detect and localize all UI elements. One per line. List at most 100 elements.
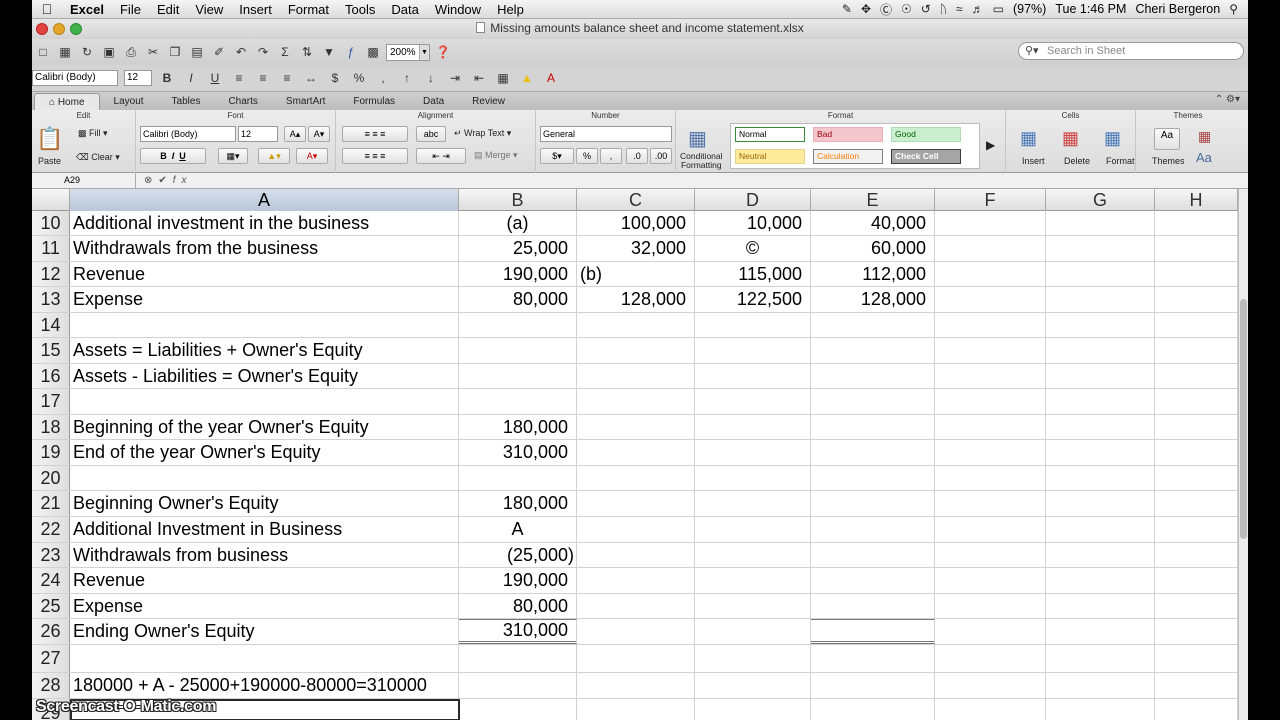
indent-icon[interactable]: ⇥ bbox=[446, 69, 464, 87]
cell-d29[interactable] bbox=[695, 699, 811, 720]
row-header[interactable]: 19 bbox=[32, 440, 70, 465]
cell-a17[interactable] bbox=[70, 389, 459, 414]
print-icon[interactable]: ⎙ bbox=[122, 43, 140, 61]
cell-e24[interactable] bbox=[811, 568, 935, 593]
cell-e18[interactable] bbox=[811, 415, 935, 439]
cell-f22[interactable] bbox=[935, 517, 1046, 542]
cell-e11[interactable]: 60,000 bbox=[811, 236, 935, 261]
cell-c24[interactable] bbox=[577, 568, 695, 593]
row-header[interactable]: 10 bbox=[32, 211, 70, 235]
insert-cells-icon[interactable]: ▦ bbox=[1020, 128, 1037, 149]
indent-buttons-icon[interactable]: ⇤ ⇥ bbox=[416, 148, 466, 164]
cell-b22[interactable]: A bbox=[459, 517, 577, 542]
fill-button[interactable]: ▩ Fill ▾ bbox=[78, 128, 108, 139]
cell-f24[interactable] bbox=[935, 568, 1046, 593]
cell-a21[interactable]: Beginning Owner's Equity bbox=[70, 491, 459, 516]
gallery-icon[interactable]: ▦ bbox=[56, 43, 74, 61]
cell-style-neutral[interactable]: Neutral bbox=[735, 149, 805, 164]
cell-d27[interactable] bbox=[695, 645, 811, 672]
cell-f21[interactable] bbox=[935, 491, 1046, 516]
open-icon[interactable]: ↻ bbox=[78, 43, 96, 61]
align-center-icon[interactable]: ≡ bbox=[254, 69, 272, 87]
cell-d12[interactable]: 115,000 bbox=[695, 262, 811, 286]
skype-icon[interactable]: Ⓒ bbox=[880, 1, 892, 18]
column-header-h[interactable]: H bbox=[1155, 189, 1238, 211]
cell-g23[interactable] bbox=[1046, 543, 1155, 567]
apple-icon[interactable]:  bbox=[32, 1, 62, 17]
cell-a15[interactable]: Assets = Liabilities + Owner's Equity bbox=[70, 338, 459, 363]
formula-builder-icon[interactable]: ƒ bbox=[342, 43, 360, 61]
menu-file[interactable]: File bbox=[112, 2, 149, 17]
row-header[interactable]: 18 bbox=[32, 415, 70, 439]
cell-d23[interactable] bbox=[695, 543, 811, 567]
cell-b26[interactable]: 310,000 bbox=[459, 619, 577, 644]
align-right-icon[interactable]: ≡ bbox=[278, 69, 296, 87]
bold-icon[interactable]: B bbox=[158, 69, 176, 87]
tab-layout[interactable]: Layout bbox=[100, 93, 158, 110]
cell-f28[interactable] bbox=[935, 673, 1046, 698]
cell-c28[interactable] bbox=[577, 673, 695, 698]
fill-color-icon[interactable]: ▲ bbox=[518, 69, 536, 87]
cell-g14[interactable] bbox=[1046, 313, 1155, 337]
cell-style-good[interactable]: Good bbox=[891, 127, 961, 142]
zoom-select[interactable]: 200% ▼ bbox=[386, 43, 430, 61]
row-header[interactable]: 17 bbox=[32, 389, 70, 414]
row-header[interactable]: 14 bbox=[32, 313, 70, 337]
cell-d16[interactable] bbox=[695, 364, 811, 388]
cell-a11[interactable]: Withdrawals from the business bbox=[70, 236, 459, 261]
cell-b20[interactable] bbox=[459, 466, 577, 490]
cell-d13[interactable]: 122,500 bbox=[695, 287, 811, 312]
column-header-g[interactable]: G bbox=[1046, 189, 1155, 211]
delete-button[interactable]: Delete bbox=[1064, 156, 1090, 166]
format-button[interactable]: Format bbox=[1106, 156, 1135, 166]
row-header[interactable]: 21 bbox=[32, 491, 70, 516]
wrap-text-button[interactable]: ↵ Wrap Text ▾ bbox=[454, 128, 511, 139]
cell-g10[interactable] bbox=[1046, 211, 1155, 235]
vertical-align-icon[interactable]: ≡ ≡ ≡ bbox=[342, 126, 408, 142]
column-header-d[interactable]: D bbox=[695, 189, 811, 211]
tab-data[interactable]: Data bbox=[409, 93, 458, 110]
cell-c12[interactable]: (b) bbox=[577, 262, 695, 286]
cell-a16[interactable]: Assets - Liabilities = Owner's Equity bbox=[70, 364, 459, 388]
cell-c14[interactable] bbox=[577, 313, 695, 337]
media-icon[interactable]: ▩ bbox=[364, 43, 382, 61]
increase-decimal-icon[interactable]: ↑ bbox=[398, 69, 416, 87]
wifi-icon[interactable]: ≈ bbox=[956, 2, 963, 16]
cell-c15[interactable] bbox=[577, 338, 695, 363]
cell-a14[interactable] bbox=[70, 313, 459, 337]
cell-h22[interactable] bbox=[1155, 517, 1238, 542]
column-header-c[interactable]: C bbox=[577, 189, 695, 211]
cell-b23[interactable]: (25,000) bbox=[459, 543, 577, 567]
cell-d20[interactable] bbox=[695, 466, 811, 490]
menu-insert[interactable]: Insert bbox=[231, 2, 280, 17]
ribbon-border-icon[interactable]: ▦▾ bbox=[218, 148, 248, 164]
cell-f29[interactable] bbox=[935, 699, 1046, 720]
ribbon-fill-icon[interactable]: ▲▾ bbox=[258, 148, 290, 164]
cell-f14[interactable] bbox=[935, 313, 1046, 337]
cell-d17[interactable] bbox=[695, 389, 811, 414]
cell-style-calculation[interactable]: Calculation bbox=[813, 149, 883, 164]
cell-g26[interactable] bbox=[1046, 619, 1155, 644]
cell-style-bad[interactable]: Bad bbox=[813, 127, 883, 142]
row-header[interactable]: 15 bbox=[32, 338, 70, 363]
cell-c29[interactable] bbox=[577, 699, 695, 720]
cell-h25[interactable] bbox=[1155, 594, 1238, 618]
cell-e23[interactable] bbox=[811, 543, 935, 567]
cell-e12[interactable]: 112,000 bbox=[811, 262, 935, 286]
underline-icon[interactable]: U bbox=[206, 69, 224, 87]
volume-icon[interactable]: ♬ bbox=[972, 2, 984, 16]
cell-b13[interactable]: 80,000 bbox=[459, 287, 577, 312]
script-icon[interactable]: ✎ bbox=[842, 2, 852, 16]
cell-d11[interactable]: © bbox=[695, 236, 811, 261]
copy-icon[interactable]: ❐ bbox=[166, 43, 184, 61]
menu-edit[interactable]: Edit bbox=[149, 2, 187, 17]
cell-g13[interactable] bbox=[1046, 287, 1155, 312]
select-all-corner[interactable] bbox=[32, 189, 70, 211]
cell-a19[interactable]: End of the year Owner's Equity bbox=[70, 440, 459, 465]
row-header[interactable]: 16 bbox=[32, 364, 70, 388]
column-header-f[interactable]: F bbox=[935, 189, 1046, 211]
cell-d26[interactable] bbox=[695, 619, 811, 644]
help-icon[interactable]: ❓ bbox=[434, 43, 452, 61]
cell-f17[interactable] bbox=[935, 389, 1046, 414]
cell-h23[interactable] bbox=[1155, 543, 1238, 567]
